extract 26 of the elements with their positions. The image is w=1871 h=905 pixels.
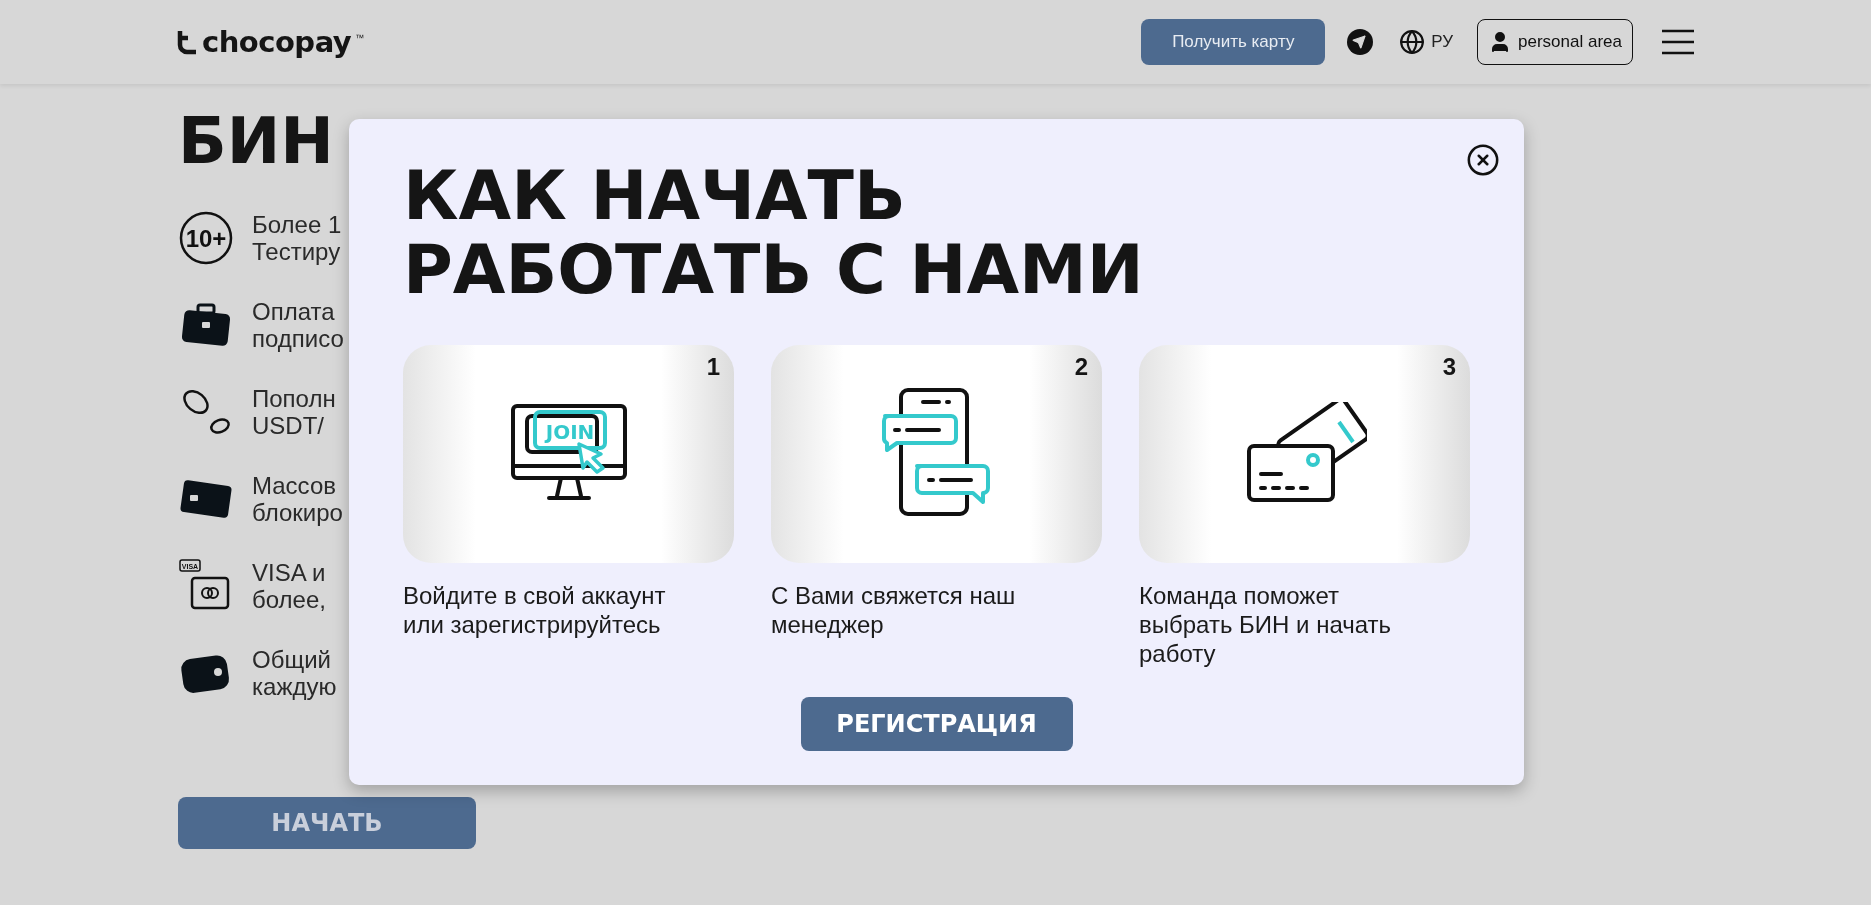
logo-icon (176, 29, 198, 55)
register-button[interactable]: РЕГИСТРАЦИЯ (800, 697, 1073, 751)
logo[interactable]: chocopay (202, 25, 352, 59)
feature-text: VISA и более, (252, 559, 326, 614)
step-number: 2 (1074, 353, 1088, 381)
trademark-mark: ™ (355, 33, 365, 43)
language-button[interactable]: РУ (1399, 29, 1454, 55)
page-heading: БИН (178, 106, 334, 177)
step-caption: Команда поможет выбрать БИН и начать работу (1139, 581, 1393, 668)
feature-text: Пополн USDT/ (252, 385, 336, 440)
telegram-icon[interactable] (1347, 29, 1374, 55)
feature-text: Общий каждую (252, 646, 337, 701)
get-card-button[interactable]: Получить карту (1141, 19, 1326, 65)
step-number: 3 (1442, 353, 1456, 381)
feature-text: Оплата подписо (252, 298, 344, 353)
personal-area-button[interactable]: personal area (1477, 19, 1633, 65)
ten-plus-badge-icon: 10+ (178, 210, 234, 267)
step-number: 1 (706, 353, 720, 381)
step-caption: Войдите в свой аккаунт или зарегистрируйтесь (403, 581, 667, 639)
start-button[interactable]: НАЧАТЬ (178, 797, 476, 850)
menu-icon[interactable] (1661, 29, 1695, 55)
feature-text: Более 1 Тестиру (252, 211, 342, 266)
step-caption: С Вами свяжется наш менеджер (771, 581, 1017, 639)
close-icon[interactable] (1466, 143, 1500, 177)
modal-title: КАК НАЧАТЬ РАБОТАТЬ С НАМИ (403, 159, 1145, 307)
feature-text: Массов блокиро (252, 472, 343, 527)
